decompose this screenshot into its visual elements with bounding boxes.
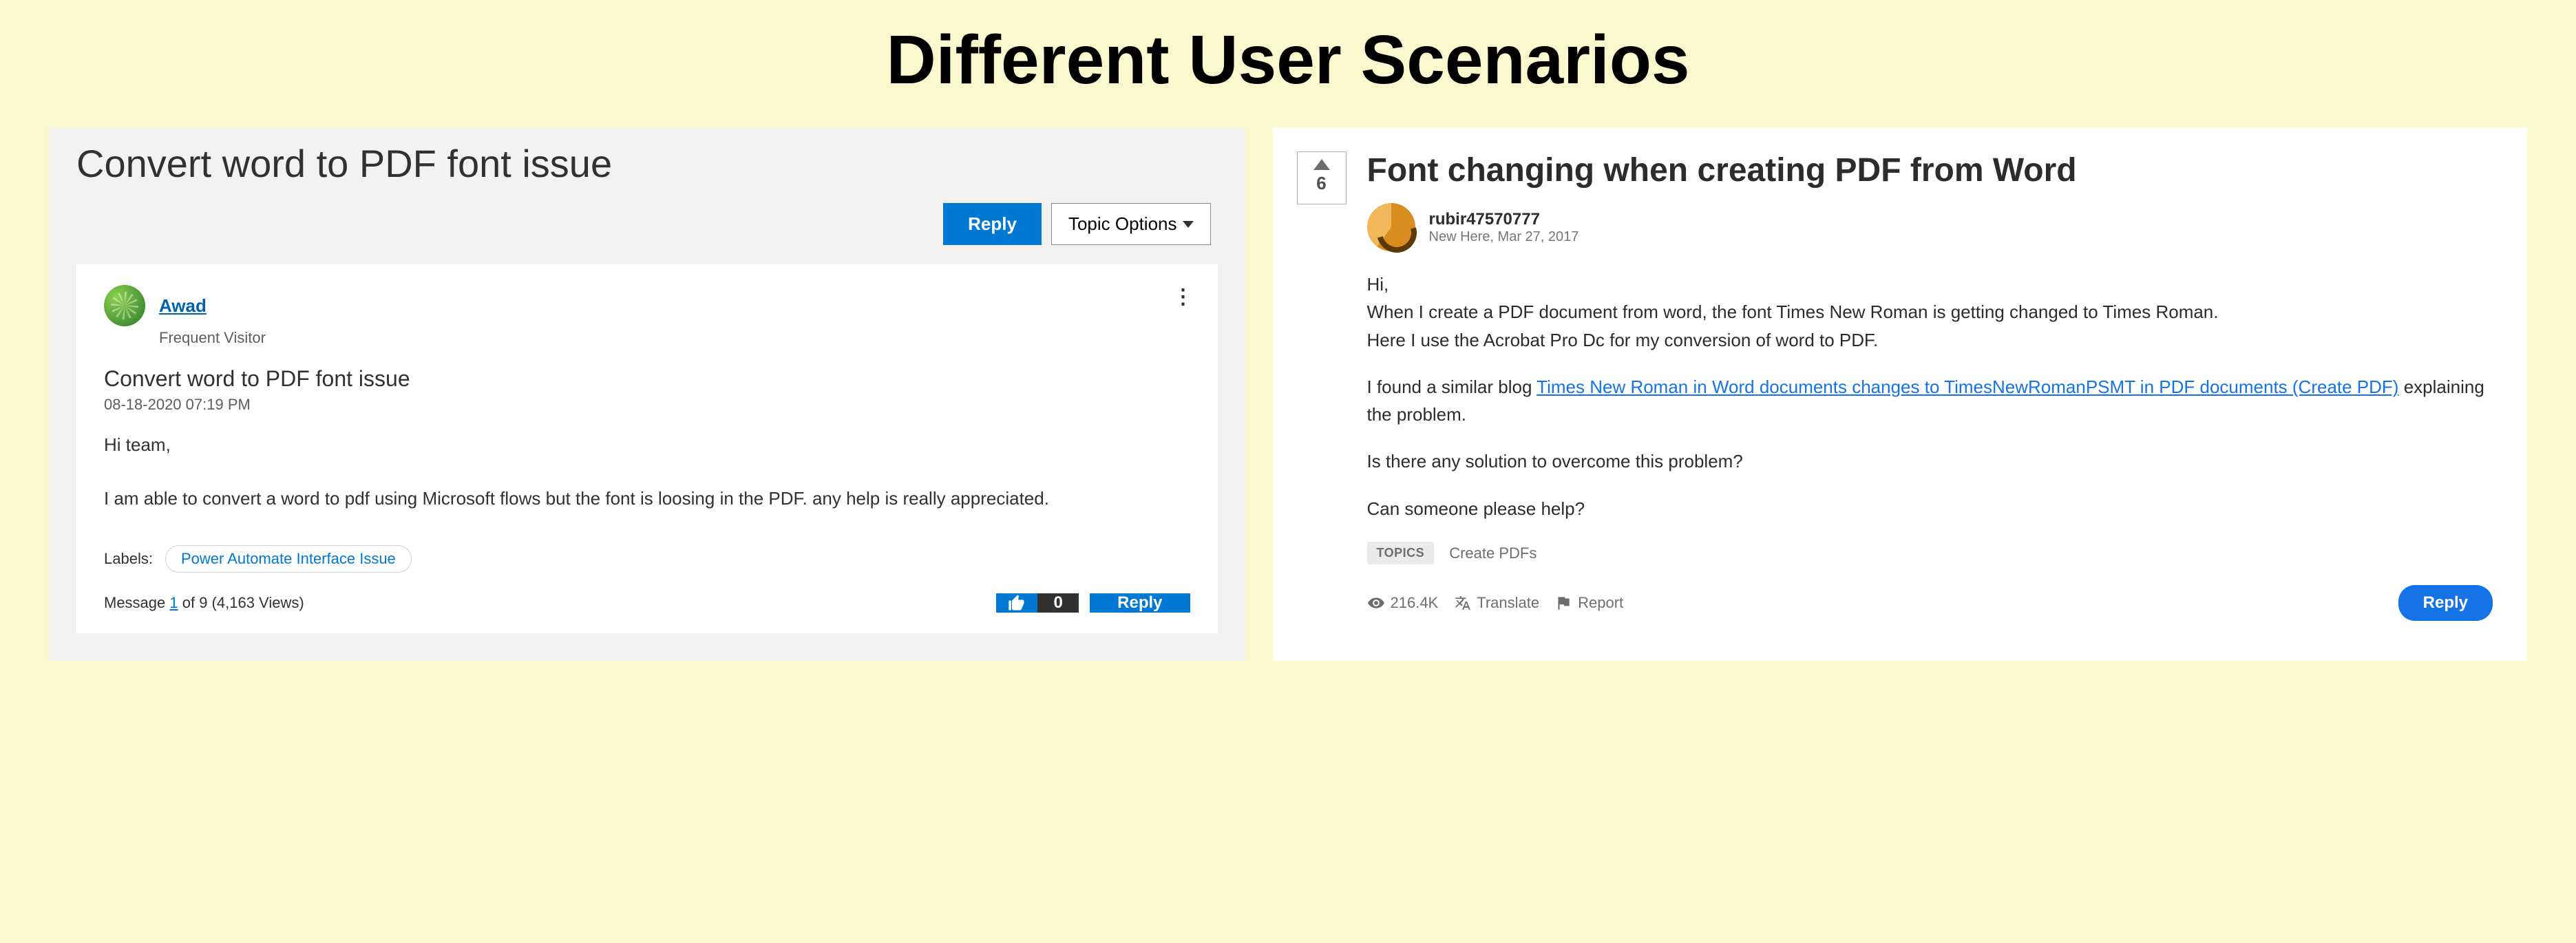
- p2a: When I create a PDF document from word, …: [1367, 301, 2219, 322]
- kudos-box: 0: [996, 593, 1079, 613]
- upvote-button[interactable]: [1313, 159, 1330, 170]
- message-number-link[interactable]: 1: [169, 594, 178, 611]
- p4: Is there any solution to overcome this p…: [1367, 447, 2493, 475]
- avatar[interactable]: [104, 285, 145, 326]
- avatar[interactable]: [1367, 203, 1415, 251]
- labels-label: Labels:: [104, 550, 153, 568]
- vote-box: 6: [1297, 151, 1347, 204]
- topic-options-label: Topic Options: [1068, 213, 1177, 235]
- topic-options-button[interactable]: Topic Options: [1051, 203, 1211, 245]
- flag-icon: [1554, 594, 1572, 612]
- thread-title-left: Convert word to PDF font issue: [76, 141, 1218, 186]
- post-body: Hi, When I create a PDF document from wo…: [1367, 271, 2493, 522]
- thread-title-right: Font changing when creating PDF from Wor…: [1367, 151, 2493, 189]
- blog-link[interactable]: Times New Roman in Word documents change…: [1537, 377, 2398, 397]
- author-meta: New Here, Mar 27, 2017: [1429, 229, 1579, 245]
- p2b: Here I use the Acrobat Pro Dc for my con…: [1367, 330, 1879, 350]
- message-info: Message 1 of 9 (4,163 Views): [104, 594, 304, 612]
- post-date: 08-18-2020 07:19 PM: [104, 396, 1190, 414]
- thumbs-up-button[interactable]: [996, 593, 1037, 613]
- adobe-forum-panel: 6 Font changing when creating PDF from W…: [1273, 127, 2528, 661]
- post-title: Convert word to PDF font issue: [104, 366, 1190, 392]
- p5: Can someone please help?: [1367, 495, 2493, 522]
- post-greeting: Hi team,: [104, 432, 1190, 458]
- p1: Hi,: [1367, 274, 1389, 295]
- report-button[interactable]: Report: [1554, 594, 1623, 612]
- label-pill[interactable]: Power Automate Interface Issue: [165, 545, 412, 573]
- post-body: Hi team, I am able to convert a word to …: [104, 432, 1190, 512]
- author-role: Frequent Visitor: [159, 329, 1190, 347]
- page-title: Different User Scenarios: [886, 21, 1689, 100]
- author-link[interactable]: Awad: [159, 295, 207, 317]
- eye-icon: [1367, 594, 1385, 612]
- topics-value[interactable]: Create PDFs: [1449, 544, 1537, 562]
- translate-button[interactable]: Translate: [1453, 594, 1539, 612]
- report-label: Report: [1578, 594, 1623, 612]
- reply-button-footer[interactable]: Reply: [1090, 593, 1190, 613]
- views-count: 216.4K: [1391, 594, 1439, 612]
- p3-pre: I found a similar blog: [1367, 377, 1537, 397]
- vote-count: 6: [1316, 173, 1326, 194]
- translate-icon: [1453, 594, 1471, 612]
- microsoft-forum-panel: Convert word to PDF font issue Reply Top…: [49, 127, 1245, 661]
- translate-label: Translate: [1477, 594, 1539, 612]
- reply-button[interactable]: Reply: [2398, 585, 2493, 621]
- more-options-icon[interactable]: ⋮: [1173, 285, 1194, 309]
- post-card: ⋮ Awad Frequent Visitor Convert word to …: [76, 264, 1218, 633]
- post-text: I am able to convert a word to pdf using…: [104, 485, 1190, 512]
- topics-label: TOPICS: [1367, 542, 1435, 564]
- reply-button-top[interactable]: Reply: [943, 203, 1042, 245]
- views-stat: 216.4K: [1367, 594, 1439, 612]
- author-name[interactable]: rubir47570777: [1429, 210, 1579, 229]
- kudos-count: 0: [1037, 593, 1079, 613]
- thumbs-up-icon: [1007, 593, 1026, 613]
- chevron-down-icon: [1183, 221, 1194, 228]
